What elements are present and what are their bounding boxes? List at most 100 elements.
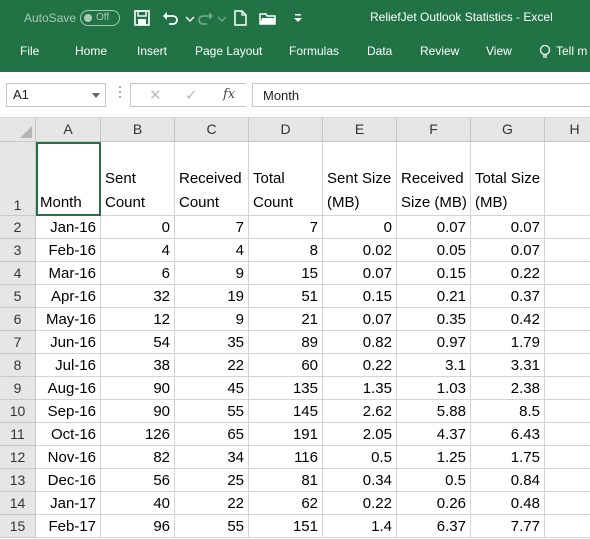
cell-b5[interactable]: 32 <box>101 285 175 308</box>
cell-a14[interactable]: Jan-17 <box>36 492 101 515</box>
cell-b8[interactable]: 38 <box>101 354 175 377</box>
cell-e4[interactable]: 0.07 <box>323 262 397 285</box>
cell-b15[interactable]: 96 <box>101 515 175 538</box>
cell-b10[interactable]: 90 <box>101 400 175 423</box>
cell-a6[interactable]: May-16 <box>36 308 101 331</box>
redo-dropdown-icon[interactable] <box>212 8 232 28</box>
tab-page-layout[interactable]: Page Layout <box>195 44 262 58</box>
cell-d2[interactable]: 7 <box>249 216 323 239</box>
cell-h9[interactable] <box>545 377 590 400</box>
cell-g4[interactable]: 0.22 <box>471 262 545 285</box>
cell-c5[interactable]: 19 <box>175 285 249 308</box>
cell-e10[interactable]: 2.62 <box>323 400 397 423</box>
cell-a11[interactable]: Oct-16 <box>36 423 101 446</box>
cell-c3[interactable]: 4 <box>175 239 249 262</box>
cell-e14[interactable]: 0.22 <box>323 492 397 515</box>
new-file-icon[interactable] <box>230 8 250 28</box>
cell-a9[interactable]: Aug-16 <box>36 377 101 400</box>
cell-d5[interactable]: 51 <box>249 285 323 308</box>
cell-b11[interactable]: 126 <box>101 423 175 446</box>
cell-e15[interactable]: 1.4 <box>323 515 397 538</box>
cell-c13[interactable]: 25 <box>175 469 249 492</box>
cell-d14[interactable]: 62 <box>249 492 323 515</box>
cell-f5[interactable]: 0.21 <box>397 285 471 308</box>
cell-e6[interactable]: 0.07 <box>323 308 397 331</box>
cell-b6[interactable]: 12 <box>101 308 175 331</box>
cell-g10[interactable]: 8.5 <box>471 400 545 423</box>
tab-file[interactable]: File <box>20 44 39 58</box>
cancel-icon[interactable]: ✕ <box>149 86 162 104</box>
cell-e7[interactable]: 0.82 <box>323 331 397 354</box>
cell-b7[interactable]: 54 <box>101 331 175 354</box>
column-header-f[interactable]: F <box>397 118 471 142</box>
cell-e5[interactable]: 0.15 <box>323 285 397 308</box>
select-all-button[interactable] <box>0 118 36 142</box>
row-header-15[interactable]: 15 <box>0 515 36 538</box>
cell-f10[interactable]: 5.88 <box>397 400 471 423</box>
cell-h10[interactable] <box>545 400 590 423</box>
cell-a12[interactable]: Nov-16 <box>36 446 101 469</box>
column-header-e[interactable]: E <box>323 118 397 142</box>
cell-e2[interactable]: 0 <box>323 216 397 239</box>
cell-h6[interactable] <box>545 308 590 331</box>
cell-b3[interactable]: 4 <box>101 239 175 262</box>
cell-d9[interactable]: 135 <box>249 377 323 400</box>
autosave-toggle[interactable]: Off <box>80 10 120 26</box>
row-header-7[interactable]: 7 <box>0 331 36 354</box>
cell-f14[interactable]: 0.26 <box>397 492 471 515</box>
insert-function-button[interactable]: fx <box>223 87 235 102</box>
tab-data[interactable]: Data <box>367 44 392 58</box>
cell-g11[interactable]: 6.43 <box>471 423 545 446</box>
open-folder-icon[interactable] <box>258 8 278 28</box>
cell-g14[interactable]: 0.48 <box>471 492 545 515</box>
header-cell-e1[interactable]: Sent Size (MB) <box>323 142 397 216</box>
tell-me-search[interactable]: Tell m <box>556 44 587 58</box>
header-cell-b1[interactable]: Sent Count <box>101 142 175 216</box>
row-header-12[interactable]: 12 <box>0 446 36 469</box>
drag-handle-icon[interactable] <box>119 86 122 104</box>
cell-g7[interactable]: 1.79 <box>471 331 545 354</box>
cell-g9[interactable]: 2.38 <box>471 377 545 400</box>
cell-a2[interactable]: Jan-16 <box>36 216 101 239</box>
cell-b13[interactable]: 56 <box>101 469 175 492</box>
cell-h7[interactable] <box>545 331 590 354</box>
tab-home[interactable]: Home <box>75 44 107 58</box>
name-box[interactable]: A1 <box>6 83 106 107</box>
cell-f8[interactable]: 3.1 <box>397 354 471 377</box>
row-header-8[interactable]: 8 <box>0 354 36 377</box>
row-header-10[interactable]: 10 <box>0 400 36 423</box>
column-header-c[interactable]: C <box>175 118 249 142</box>
cell-h11[interactable] <box>545 423 590 446</box>
header-cell-f1[interactable]: Received Size (MB) <box>397 142 471 216</box>
cell-c6[interactable]: 9 <box>175 308 249 331</box>
cell-g15[interactable]: 7.77 <box>471 515 545 538</box>
cell-a4[interactable]: Mar-16 <box>36 262 101 285</box>
cell-g13[interactable]: 0.84 <box>471 469 545 492</box>
save-icon[interactable] <box>132 8 152 28</box>
cell-d6[interactable]: 21 <box>249 308 323 331</box>
undo-icon[interactable] <box>160 8 180 28</box>
tab-insert[interactable]: Insert <box>137 44 167 58</box>
column-header-g[interactable]: G <box>471 118 545 142</box>
row-header-11[interactable]: 11 <box>0 423 36 446</box>
cell-f4[interactable]: 0.15 <box>397 262 471 285</box>
cell-d3[interactable]: 8 <box>249 239 323 262</box>
cell-f3[interactable]: 0.05 <box>397 239 471 262</box>
header-cell-d1[interactable]: Total Count <box>249 142 323 216</box>
cell-c15[interactable]: 55 <box>175 515 249 538</box>
cell-f2[interactable]: 0.07 <box>397 216 471 239</box>
cell-a15[interactable]: Feb-17 <box>36 515 101 538</box>
cell-e13[interactable]: 0.34 <box>323 469 397 492</box>
cell-b2[interactable]: 0 <box>101 216 175 239</box>
cell-c4[interactable]: 9 <box>175 262 249 285</box>
cell-c8[interactable]: 22 <box>175 354 249 377</box>
header-cell-a1[interactable]: Month <box>36 142 101 216</box>
tab-view[interactable]: View <box>486 44 512 58</box>
cell-h13[interactable] <box>545 469 590 492</box>
cell-d13[interactable]: 81 <box>249 469 323 492</box>
cell-d4[interactable]: 15 <box>249 262 323 285</box>
row-header-4[interactable]: 4 <box>0 262 36 285</box>
cell-g3[interactable]: 0.07 <box>471 239 545 262</box>
cell-h8[interactable] <box>545 354 590 377</box>
cell-h5[interactable] <box>545 285 590 308</box>
